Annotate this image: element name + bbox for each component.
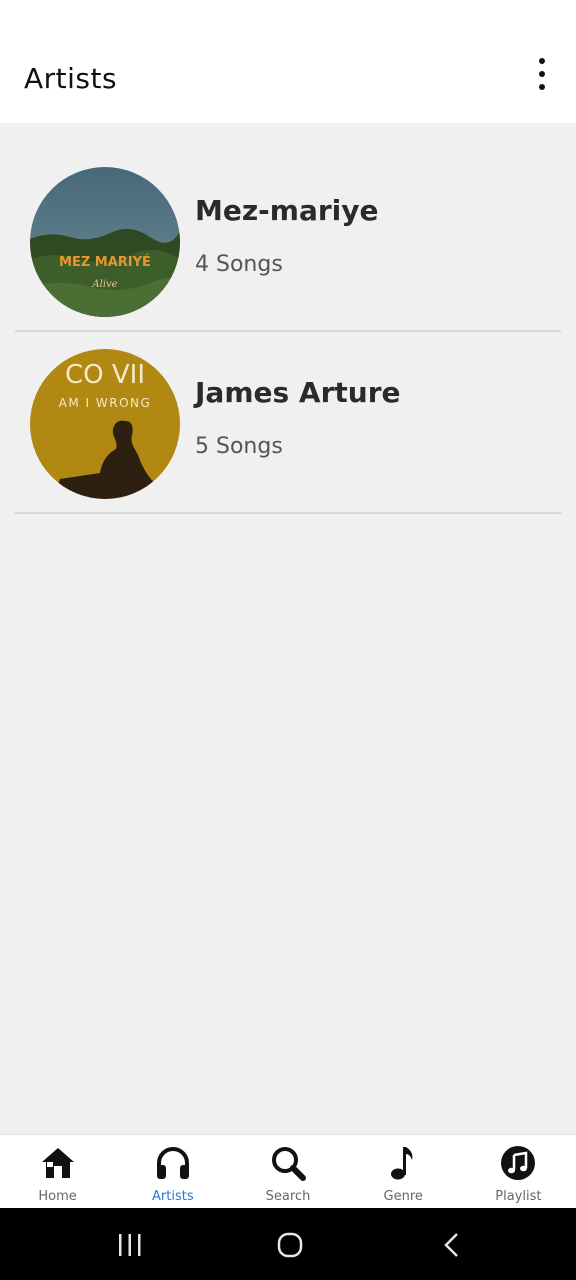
- nav-search[interactable]: Search: [230, 1135, 345, 1208]
- album-cover-james-arture: CO VII AM I WRONG: [30, 349, 180, 499]
- nav-label: Search: [265, 1189, 311, 1204]
- nav-label: Artists: [152, 1189, 194, 1204]
- recents-icon[interactable]: [110, 1230, 150, 1260]
- nav-genre[interactable]: Genre: [346, 1135, 461, 1208]
- artist-name: Mez-mariye: [195, 194, 379, 227]
- bottom-nav: Home Artists Search Genre Playlist: [0, 1134, 576, 1208]
- nav-label: Home: [38, 1189, 77, 1204]
- artist-name: James Arture: [195, 376, 401, 409]
- menu-dot: [539, 58, 545, 64]
- back-icon[interactable]: [432, 1230, 472, 1260]
- cover-subtitle: Alive: [91, 279, 117, 290]
- song-count: 5 Songs: [195, 434, 283, 459]
- search-icon: [268, 1143, 308, 1183]
- artist-row-james-arture[interactable]: CO VII AM I WRONG James Arture 5 Songs: [15, 332, 561, 514]
- artist-avatar: CO VII AM I WRONG: [30, 349, 180, 499]
- nav-playlist[interactable]: Playlist: [461, 1135, 576, 1208]
- artist-list: MEZ MARIYÉ Alive Mez-mariye 4 Songs CO V…: [15, 150, 561, 514]
- menu-dot: [539, 71, 545, 77]
- nav-label: Playlist: [495, 1189, 542, 1204]
- cover-brand: CO VII: [65, 360, 145, 390]
- app-bar: Artists: [0, 0, 576, 123]
- more-vert-icon[interactable]: [530, 56, 554, 92]
- headphones-icon: [153, 1143, 193, 1183]
- page-title: Artists: [24, 62, 118, 95]
- cover-title: AM I WRONG: [59, 396, 152, 410]
- music-note-icon: [383, 1143, 423, 1183]
- album-cover-mez-mariye: MEZ MARIYÉ Alive: [30, 167, 180, 317]
- music-disc-icon: [498, 1143, 538, 1183]
- home-icon: [38, 1143, 78, 1183]
- artist-row-mez-mariye[interactable]: MEZ MARIYÉ Alive Mez-mariye 4 Songs: [15, 150, 561, 332]
- artist-avatar: MEZ MARIYÉ Alive: [30, 167, 180, 317]
- nav-home[interactable]: Home: [0, 1135, 115, 1208]
- system-navigation-bar: [0, 1208, 576, 1280]
- cover-title: MEZ MARIYÉ: [59, 254, 151, 270]
- system-home-icon[interactable]: [270, 1230, 310, 1260]
- song-count: 4 Songs: [195, 252, 283, 277]
- nav-artists[interactable]: Artists: [115, 1135, 230, 1208]
- menu-dot: [539, 84, 545, 90]
- nav-label: Genre: [383, 1189, 423, 1204]
